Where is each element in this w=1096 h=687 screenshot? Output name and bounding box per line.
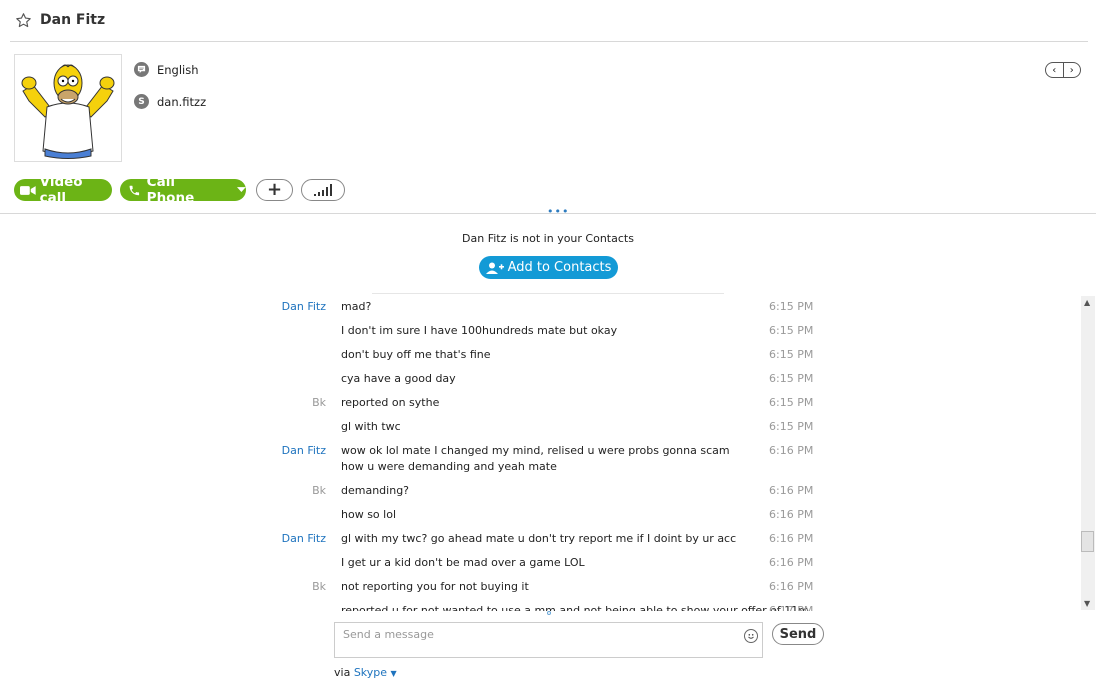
language-row: English: [134, 62, 199, 77]
resize-handle[interactable]: [547, 611, 551, 615]
message-text: gl with my twc? go ahead mate u don't tr…: [341, 532, 737, 545]
message-text: mad?: [341, 300, 372, 313]
message-sender: Bk: [312, 396, 326, 409]
message-text: I don't im sure I have 100hundreds mate …: [341, 324, 618, 337]
call-phone-label: Call Phone: [146, 174, 195, 206]
caret-down-icon: ▼: [390, 669, 397, 678]
chevron-left-icon[interactable]: ‹: [1046, 63, 1064, 77]
contact-name: Dan Fitz: [40, 12, 106, 28]
profile-nav-arrows: ‹ ›: [1045, 62, 1081, 78]
video-camera-icon: [20, 185, 36, 195]
message-time: 6:16 PM: [769, 484, 814, 497]
message-time: 6:16 PM: [769, 508, 814, 521]
avatar[interactable]: [14, 54, 122, 162]
message-text: demanding?: [341, 484, 410, 497]
via-service: via Skype ▼: [334, 666, 397, 679]
message-text: how so lol: [341, 508, 396, 521]
plus-icon: +: [266, 179, 283, 200]
avatar-image: [21, 64, 115, 159]
message-time: 6:16 PM: [769, 444, 814, 457]
message-text: reported on sythe: [341, 396, 440, 409]
message-input-placeholder: Send a message: [343, 628, 434, 641]
not-in-contacts-notice: Dan Fitz is not in your Contacts: [462, 232, 634, 245]
message-input[interactable]: Send a message: [334, 622, 763, 658]
add-to-contacts-button[interactable]: Add to Contacts: [479, 256, 618, 279]
speech-bubble-icon: [134, 62, 149, 77]
favorite-star-icon[interactable]: [15, 12, 32, 29]
add-button[interactable]: +: [256, 179, 293, 201]
scrollbar-thumb[interactable]: [1081, 531, 1094, 552]
message-time: 6:15 PM: [769, 348, 814, 361]
message-time: 6:15 PM: [769, 324, 814, 337]
message-text: cya have a good day: [341, 372, 456, 385]
scroll-down-arrow-icon[interactable]: ▼: [1084, 599, 1090, 608]
chat-history[interactable]: Dan Fitz mad? 6:15 PM I don't im sure I …: [268, 296, 1078, 611]
via-prefix: via: [334, 666, 351, 679]
video-call-label: Video call: [39, 174, 83, 206]
message-time: 6:16 PM: [769, 580, 814, 593]
message-text: don't buy off me that's fine: [341, 348, 491, 361]
scroll-up-arrow-icon[interactable]: ▲: [1084, 298, 1090, 307]
message-sender[interactable]: Dan Fitz: [282, 531, 326, 547]
chevron-right-icon[interactable]: ›: [1064, 63, 1081, 77]
chat-start-divider: [372, 293, 724, 294]
message-text: gl with twc: [341, 420, 401, 433]
language-label: English: [157, 62, 199, 77]
chat-scrollbar[interactable]: [1081, 296, 1095, 610]
message-time: 6:15 PM: [769, 300, 814, 313]
message-sender: Bk: [312, 484, 326, 497]
header-divider: [10, 41, 1088, 42]
message-time: 6:15 PM: [769, 396, 814, 409]
message-text: reported u for not wanted to use a mm an…: [341, 604, 809, 611]
toolbar-divider: [0, 213, 1096, 214]
message-time: 6:17 PM: [769, 604, 814, 611]
message-text: not reporting you for not buying it: [341, 580, 529, 593]
call-quality-button[interactable]: [301, 179, 345, 201]
message-time: 6:15 PM: [769, 420, 814, 433]
skype-name-row: S dan.fitzz: [134, 94, 206, 109]
skype-name-label: dan.fitzz: [157, 94, 207, 109]
service-selector[interactable]: Skype ▼: [354, 666, 397, 679]
message-text: I get ur a kid don't be mad over a game …: [341, 556, 585, 569]
emoticon-icon[interactable]: [744, 629, 758, 643]
more-ellipsis-icon[interactable]: •••: [547, 205, 569, 218]
message-sender[interactable]: Dan Fitz: [282, 443, 326, 459]
skype-icon: S: [134, 94, 149, 109]
service-name: Skype: [353, 666, 388, 679]
message-time: 6:16 PM: [769, 532, 814, 545]
add-to-contacts-label: Add to Contacts: [507, 260, 612, 275]
video-call-button[interactable]: Video call: [14, 174, 112, 206]
signal-bars-icon: [314, 184, 332, 196]
send-button[interactable]: Send: [772, 623, 824, 645]
title-bar: Dan Fitz: [0, 0, 1096, 42]
message-time: 6:16 PM: [769, 556, 814, 569]
chevron-down-icon[interactable]: [237, 187, 246, 193]
message-sender[interactable]: Dan Fitz: [282, 299, 326, 315]
message-text: wow ok lol mate I changed my mind, relis…: [341, 444, 730, 473]
message-sender: Bk: [312, 580, 326, 593]
call-phone-button[interactable]: Call Phone: [120, 174, 246, 206]
phone-icon: [129, 185, 140, 195]
message-time: 6:15 PM: [769, 372, 814, 385]
add-person-icon: [485, 262, 504, 274]
